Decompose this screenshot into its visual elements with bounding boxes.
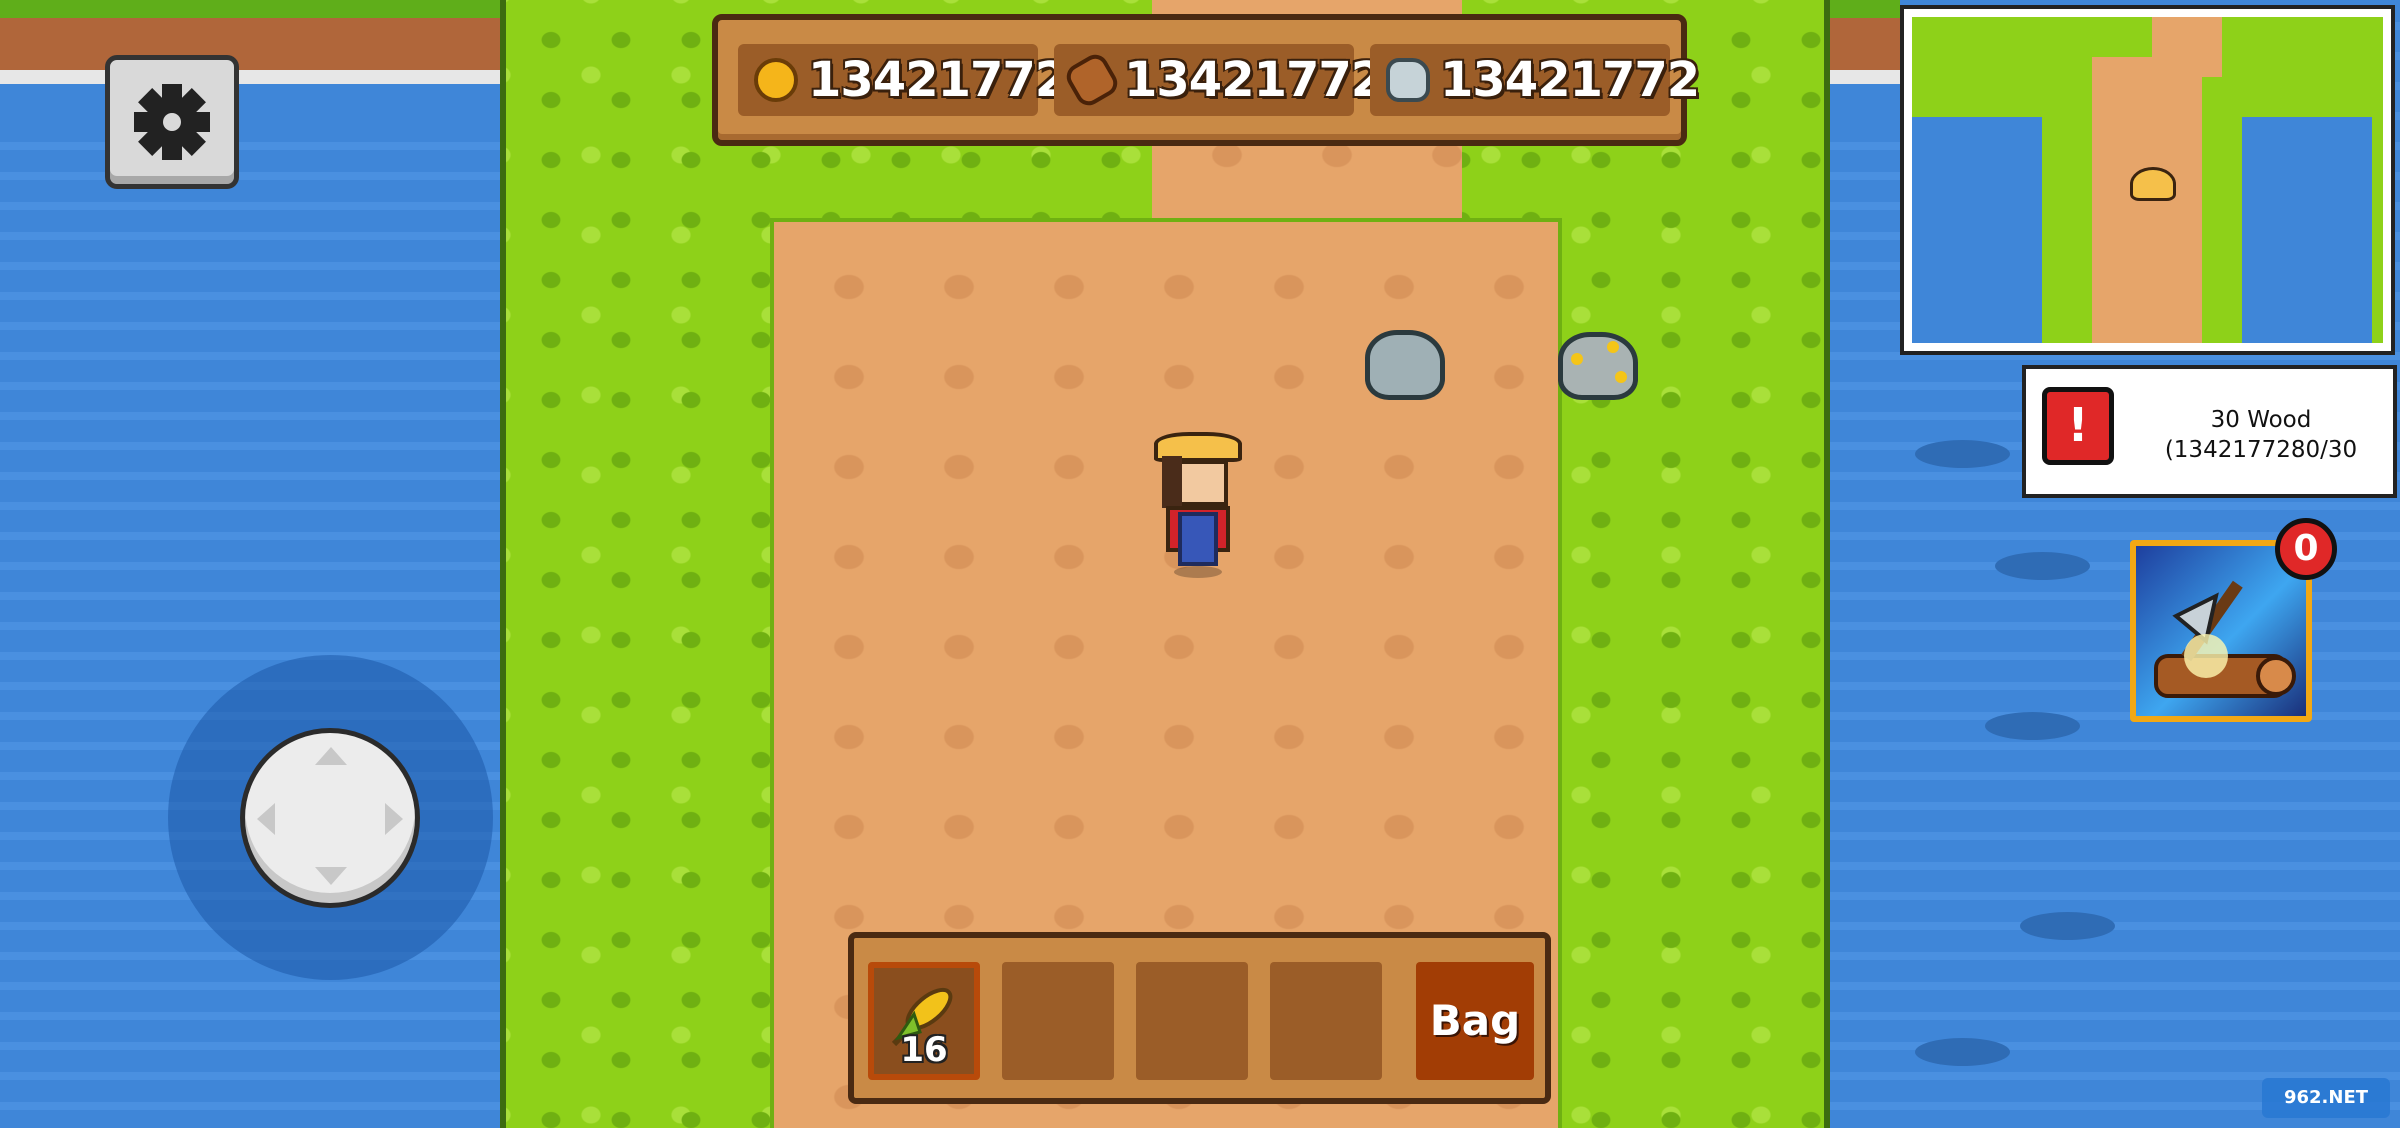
player-marker-icon <box>2130 167 2176 201</box>
fish-shadow <box>1915 440 2010 468</box>
quest-panel[interactable]: ! 30 Wood (1342177280/30 <box>2022 365 2397 498</box>
stone-counter: 13421772 <box>1370 44 1700 116</box>
cliff-left <box>0 0 500 120</box>
watermark-logo: 962.NET <box>2262 1078 2390 1118</box>
wood-log-icon <box>1061 49 1123 111</box>
left-arrow-icon <box>257 803 275 835</box>
down-arrow-icon <box>315 867 347 885</box>
coin-counter: 13421772 <box>738 44 1068 116</box>
right-arrow-icon <box>385 803 403 835</box>
fish-shadow <box>1995 552 2090 580</box>
quest-title: 30 Wood <box>2210 407 2312 433</box>
quest-text: 30 Wood (1342177280/30 <box>2136 405 2386 465</box>
fish-shadow <box>2020 912 2115 940</box>
axe-chop-skill-icon <box>2154 580 2296 698</box>
gear-icon <box>134 84 210 160</box>
skill-count-badge: 0 <box>2275 518 2337 580</box>
quest-progress: (1342177280/30 <box>2164 437 2358 463</box>
hotbar-slot-1[interactable]: 16 <box>868 962 980 1080</box>
stone-icon <box>1386 58 1430 102</box>
bag-button[interactable]: Bag <box>1416 962 1534 1080</box>
settings-button[interactable] <box>105 55 239 189</box>
fish-shadow <box>1915 1038 2010 1066</box>
minimap-view <box>1912 17 2383 343</box>
stone-rock[interactable] <box>1365 330 1445 400</box>
cliff-right <box>1830 0 1900 120</box>
gold-ore-rock[interactable] <box>1558 332 1638 400</box>
coin-icon <box>754 58 798 102</box>
wood-value: 13421772 <box>1124 52 1384 108</box>
coin-value: 13421772 <box>808 52 1068 108</box>
alert-icon: ! <box>2042 387 2114 465</box>
slot-item-count: 16 <box>900 1030 948 1070</box>
hotbar-slot-3[interactable] <box>1136 962 1248 1080</box>
hotbar-slot-2[interactable] <box>1002 962 1114 1080</box>
wood-counter: 13421772 <box>1054 44 1384 116</box>
resource-bar: 13421772 13421772 13421772 <box>712 14 1700 146</box>
fish-shadow <box>1985 712 2080 740</box>
stone-value: 13421772 <box>1440 52 1700 108</box>
hotbar: 16 Bag <box>848 932 1551 1104</box>
farmer-character <box>1148 432 1248 582</box>
minimap[interactable] <box>1900 5 2395 355</box>
up-arrow-icon <box>315 747 347 765</box>
joystick-knob[interactable] <box>240 728 420 908</box>
hotbar-slot-4[interactable] <box>1270 962 1382 1080</box>
